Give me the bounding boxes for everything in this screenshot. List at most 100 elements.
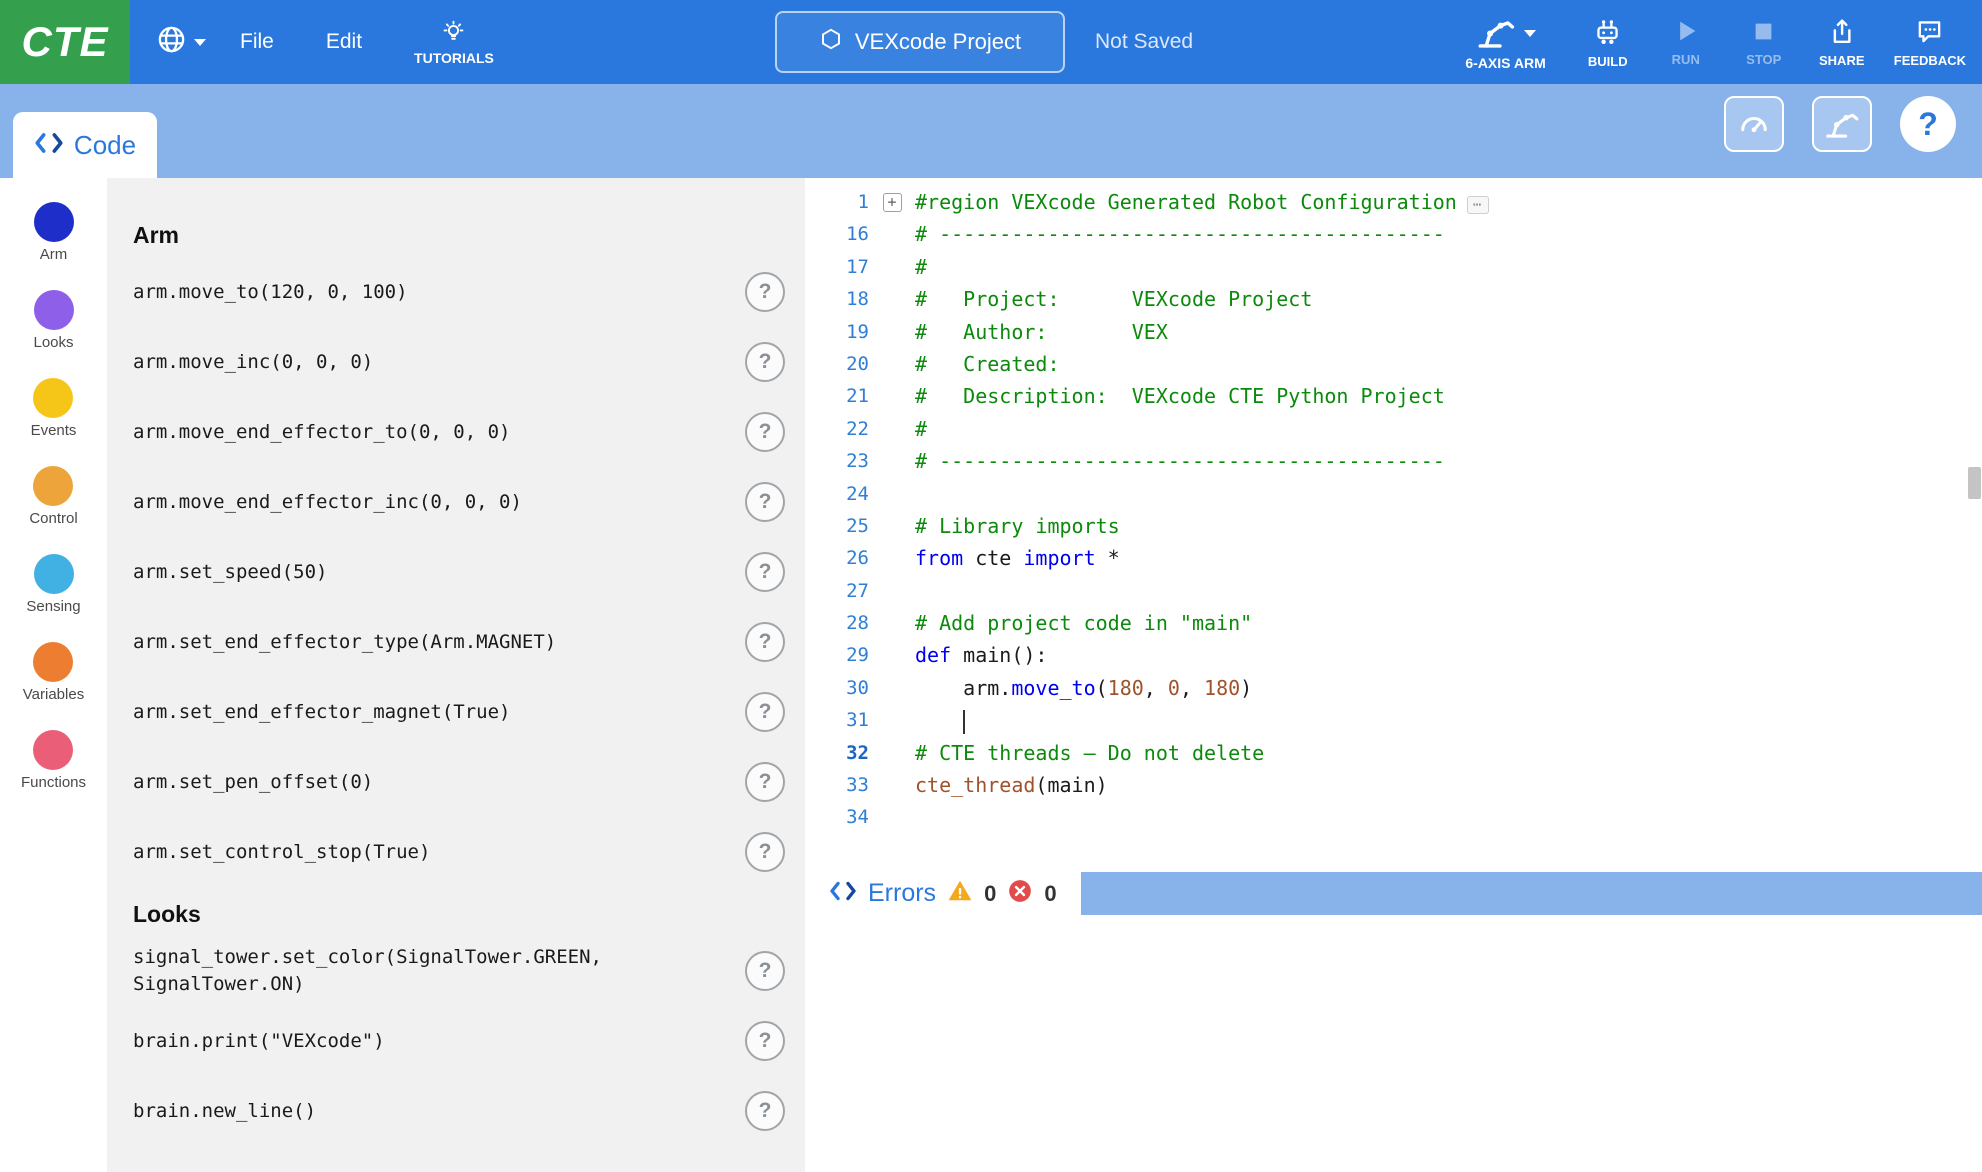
console-output xyxy=(805,915,1982,1172)
command-help-button[interactable]: ? xyxy=(745,552,785,592)
file-menu[interactable]: File xyxy=(222,30,292,54)
editor-line[interactable]: 28# Add project code in "main" xyxy=(805,607,1982,639)
command-row[interactable]: brain.new_line()? xyxy=(107,1076,805,1146)
line-content xyxy=(915,704,965,736)
command-help-button[interactable]: ? xyxy=(745,692,785,732)
editor-line[interactable]: 23# ------------------------------------… xyxy=(805,445,1982,477)
fold-column xyxy=(869,413,915,445)
command-help-button[interactable]: ? xyxy=(745,1091,785,1131)
line-content: # Add project code in "main" xyxy=(915,607,1252,639)
fold-column xyxy=(869,737,915,769)
command-row[interactable]: arm.set_end_effector_magnet(True)? xyxy=(107,677,805,747)
sidebar-item-arm[interactable]: Arm xyxy=(34,202,74,290)
warning-icon xyxy=(947,878,973,909)
arm-visualization-button[interactable] xyxy=(1812,96,1872,152)
edit-menu[interactable]: Edit xyxy=(308,30,380,54)
editor-line[interactable]: 17# xyxy=(805,251,1982,283)
editor-line[interactable]: 20 # Created: xyxy=(805,348,1982,380)
fold-column xyxy=(869,478,915,510)
share-label: SHARE xyxy=(1819,53,1865,68)
editor-line[interactable]: 26from cte import * xyxy=(805,542,1982,574)
share-button[interactable]: SHARE xyxy=(1816,17,1868,68)
fold-column xyxy=(869,251,915,283)
collapsed-region-ellipsis[interactable]: ⋯ xyxy=(1467,196,1489,214)
command-text: arm.set_control_stop(True) xyxy=(133,839,430,866)
sidebar-item-functions[interactable]: Functions xyxy=(21,730,86,818)
command-row[interactable]: arm.set_end_effector_type(Arm.MAGNET)? xyxy=(107,607,805,677)
command-help-button[interactable]: ? xyxy=(745,951,785,991)
errors-bar: Errors 0 0 xyxy=(805,872,1982,915)
run-button[interactable]: RUN xyxy=(1660,17,1712,67)
device-selector[interactable]: 6-AXIS ARM xyxy=(1465,13,1545,71)
line-content: # Created: xyxy=(915,348,1060,380)
stop-button[interactable]: STOP xyxy=(1738,18,1790,67)
save-status: Not Saved xyxy=(1095,0,1193,84)
code-editor[interactable]: 1+#region VEXcode Generated Robot Config… xyxy=(805,178,1982,872)
editor-line[interactable]: 18# Project: VEXcode Project xyxy=(805,283,1982,315)
tab-code[interactable]: Code xyxy=(13,112,157,178)
cte-logo[interactable]: CTE xyxy=(0,0,130,84)
sensing-category-icon xyxy=(34,554,74,594)
command-row[interactable]: arm.set_control_stop(True)? xyxy=(107,817,805,887)
editor-line[interactable]: 32# CTE threads — Do not delete xyxy=(805,737,1982,769)
code-brackets-icon xyxy=(34,130,64,161)
events-category-icon xyxy=(33,378,73,418)
topbar-actions: 6-AXIS ARM BUILD RUN xyxy=(1465,0,1966,84)
command-row[interactable]: arm.move_to(120, 0, 100)? xyxy=(107,257,805,327)
editor-line[interactable]: 27 xyxy=(805,575,1982,607)
editor-line[interactable]: 19# Author: VEX xyxy=(805,316,1982,348)
fold-column xyxy=(869,218,915,250)
command-text: arm.move_to(120, 0, 100) xyxy=(133,279,408,306)
line-number: 34 xyxy=(805,801,869,833)
build-label: BUILD xyxy=(1588,54,1628,69)
editor-line[interactable]: 22# xyxy=(805,413,1982,445)
command-help-button[interactable]: ? xyxy=(745,272,785,312)
editor-scrollbar-thumb[interactable] xyxy=(1968,467,1981,499)
editor-line[interactable]: 29def main(): xyxy=(805,639,1982,671)
feedback-button[interactable]: FEEDBACK xyxy=(1894,17,1966,68)
command-help-button[interactable]: ? xyxy=(745,622,785,662)
error-icon xyxy=(1007,878,1033,909)
command-help-button[interactable]: ? xyxy=(745,412,785,452)
command-row[interactable]: arm.set_pen_offset(0)? xyxy=(107,747,805,817)
sidebar-item-control[interactable]: Control xyxy=(29,466,77,554)
help-button[interactable]: ? xyxy=(1900,96,1956,152)
sidebar-item-sensing[interactable]: Sensing xyxy=(26,554,80,642)
project-name-box[interactable]: VEXcode Project xyxy=(775,11,1065,73)
build-button[interactable]: BUILD xyxy=(1582,16,1634,69)
sidebar-item-looks[interactable]: Looks xyxy=(33,290,73,378)
looks-category-icon xyxy=(34,290,74,330)
editor-line[interactable]: 25# Library imports xyxy=(805,510,1982,542)
line-number: 20 xyxy=(805,348,869,380)
editor-line[interactable]: 21# Description: VEXcode CTE Python Proj… xyxy=(805,380,1982,412)
editor-line[interactable]: 16# ------------------------------------… xyxy=(805,218,1982,250)
command-row[interactable]: arm.set_speed(50)? xyxy=(107,537,805,607)
device-dashboard-button[interactable] xyxy=(1724,96,1784,152)
lightbulb-icon xyxy=(441,19,466,47)
tutorials-button[interactable]: TUTORIALS xyxy=(414,19,494,66)
line-number: 30 xyxy=(805,672,869,704)
sidebar-item-variables[interactable]: Variables xyxy=(23,642,84,730)
editor-line[interactable]: 33cte_thread(main) xyxy=(805,769,1982,801)
command-row[interactable]: arm.move_end_effector_to(0, 0, 0)? xyxy=(107,397,805,467)
command-help-button[interactable]: ? xyxy=(745,482,785,522)
language-menu[interactable] xyxy=(156,24,206,60)
editor-line[interactable]: 31 xyxy=(805,704,1982,736)
editor-line[interactable]: 1+#region VEXcode Generated Robot Config… xyxy=(805,186,1982,218)
line-number: 16 xyxy=(805,218,869,250)
category-label: Variables xyxy=(23,686,84,703)
editor-line[interactable]: 30 arm.move_to(180, 0, 180) xyxy=(805,672,1982,704)
command-row[interactable]: signal_tower.set_color(SignalTower.GREEN… xyxy=(107,936,805,1006)
sidebar-item-events[interactable]: Events xyxy=(31,378,77,466)
command-help-button[interactable]: ? xyxy=(745,762,785,802)
editor-line[interactable]: 34 xyxy=(805,801,1982,833)
command-row[interactable]: arm.move_end_effector_inc(0, 0, 0)? xyxy=(107,467,805,537)
fold-expand-icon[interactable]: + xyxy=(883,193,902,212)
command-row[interactable]: brain.print("VEXcode")? xyxy=(107,1006,805,1076)
command-help-button[interactable]: ? xyxy=(745,342,785,382)
command-help-button[interactable]: ? xyxy=(745,1021,785,1061)
editor-line[interactable]: 24 xyxy=(805,478,1982,510)
tab-errors[interactable]: Errors 0 0 xyxy=(805,872,1081,915)
command-help-button[interactable]: ? xyxy=(745,832,785,872)
command-row[interactable]: arm.move_inc(0, 0, 0)? xyxy=(107,327,805,397)
